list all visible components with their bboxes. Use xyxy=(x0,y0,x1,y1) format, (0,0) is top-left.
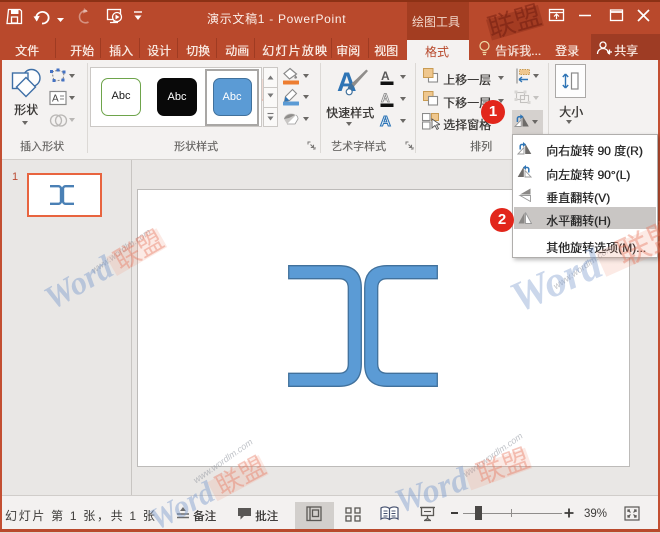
svg-text:A: A xyxy=(380,113,391,129)
svg-text:A: A xyxy=(52,94,59,105)
svg-text:A: A xyxy=(381,69,390,83)
svg-text:A: A xyxy=(381,91,390,105)
